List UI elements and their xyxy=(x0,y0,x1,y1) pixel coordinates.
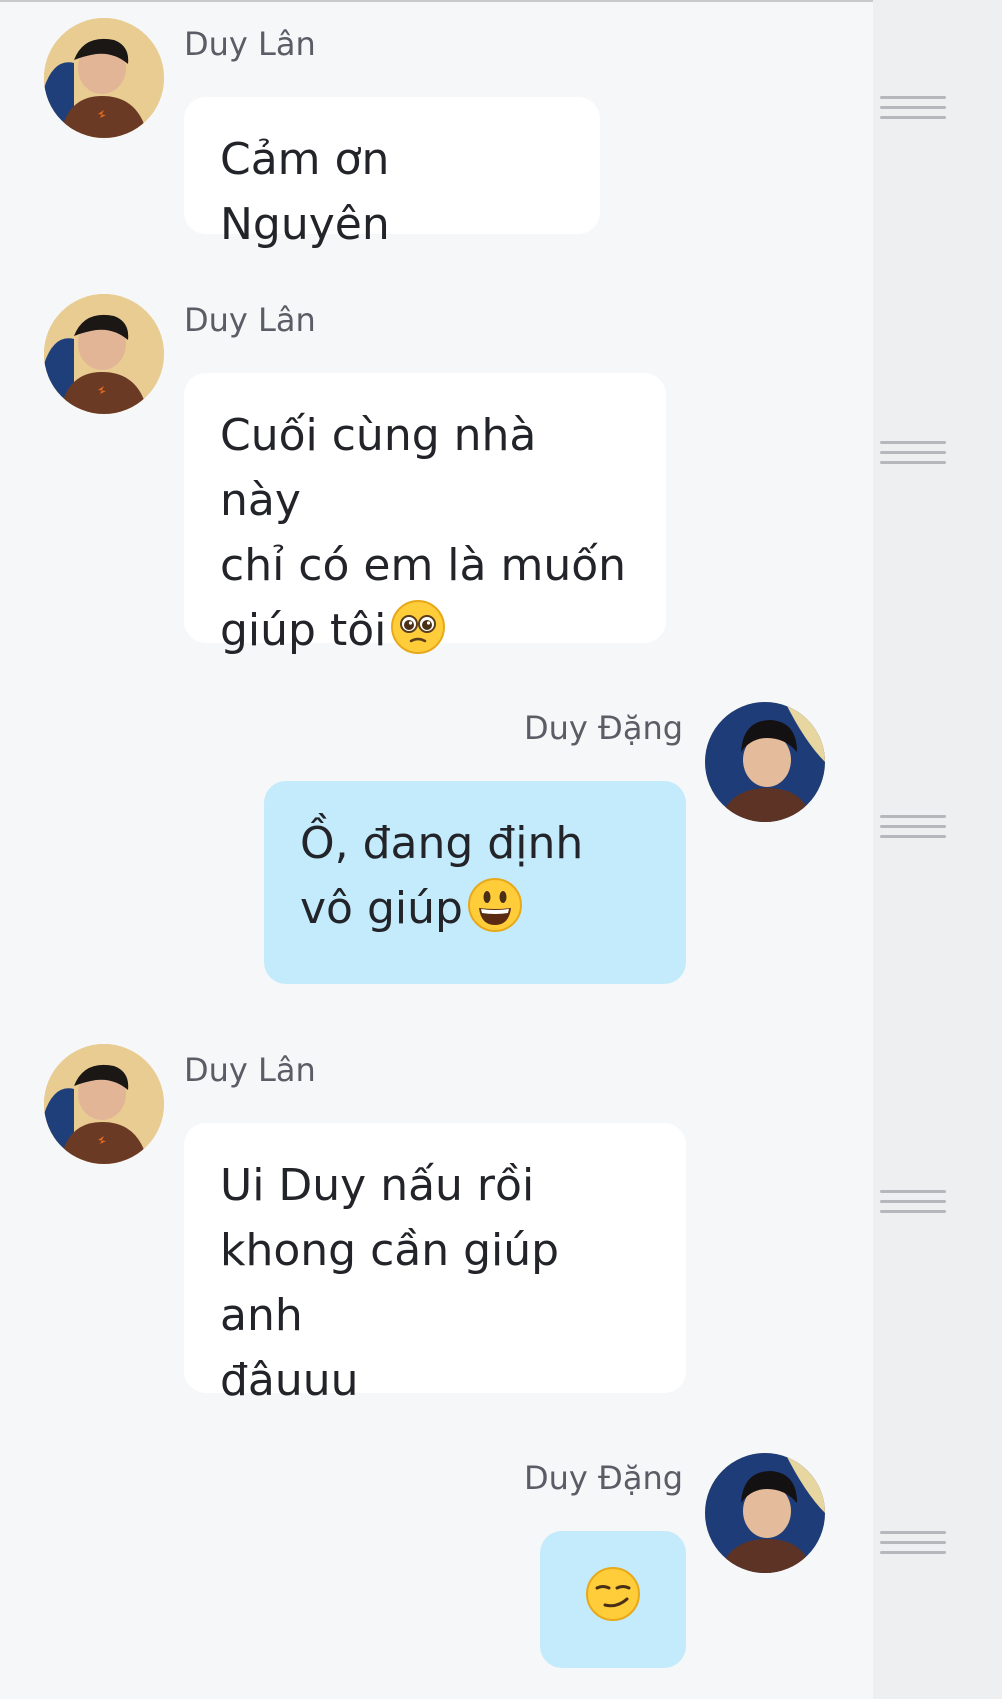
drag-handle-icon[interactable] xyxy=(880,93,946,133)
pleading-face-icon xyxy=(390,599,446,655)
avatar-duy-lan[interactable] xyxy=(44,294,164,414)
message-bubble[interactable]: Cảm ơn Nguyên xyxy=(184,97,600,250)
smirking-face-icon xyxy=(585,1566,641,1622)
drag-handle-icon[interactable] xyxy=(880,1528,946,1568)
message-bubble[interactable]: Ui Duy nấu rồi khong cần giúp anh đâuuu xyxy=(184,1123,686,1406)
drag-handle-icon[interactable] xyxy=(880,812,946,852)
grinning-face-icon xyxy=(467,877,523,933)
message-bubble[interactable] xyxy=(540,1531,686,1668)
avatar-person-icon xyxy=(44,18,164,138)
message-bubble[interactable]: Ồ, đang định vô giúp xyxy=(264,781,686,984)
sender-name: Duy Lân xyxy=(184,301,316,339)
message-bubble[interactable]: Cuối cùng nhà này chỉ có em là muốn giúp… xyxy=(184,373,666,656)
top-divider xyxy=(0,0,1002,2)
avatar-person-icon xyxy=(44,294,164,414)
chat-screen: Duy Lân Cảm ơn Nguyên Duy Lân Cuối cùng … xyxy=(0,0,1002,1699)
sender-name: Duy Đặng xyxy=(524,709,684,747)
sender-name: Duy Đặng xyxy=(524,1459,684,1497)
avatar-person-icon xyxy=(705,1453,825,1573)
avatar-person-icon xyxy=(44,1044,164,1164)
sender-name: Duy Lân xyxy=(184,25,316,63)
sender-name: Duy Lân xyxy=(184,1051,316,1089)
drag-handle-icon[interactable] xyxy=(880,438,946,478)
message-text: Ui Duy nấu rồi khong cần giúp anh đâuuu xyxy=(220,1160,560,1406)
avatar-duy-lan[interactable] xyxy=(44,1044,164,1164)
drag-handle-icon[interactable] xyxy=(880,1187,946,1227)
avatar-duy-dang[interactable] xyxy=(705,1453,825,1573)
avatar-duy-lan[interactable] xyxy=(44,18,164,138)
avatar-duy-dang[interactable] xyxy=(705,702,825,822)
avatar-person-icon xyxy=(705,702,825,822)
message-text: Cảm ơn Nguyên xyxy=(220,134,390,250)
message-text: Ồ, đang định vô giúp xyxy=(300,818,584,934)
